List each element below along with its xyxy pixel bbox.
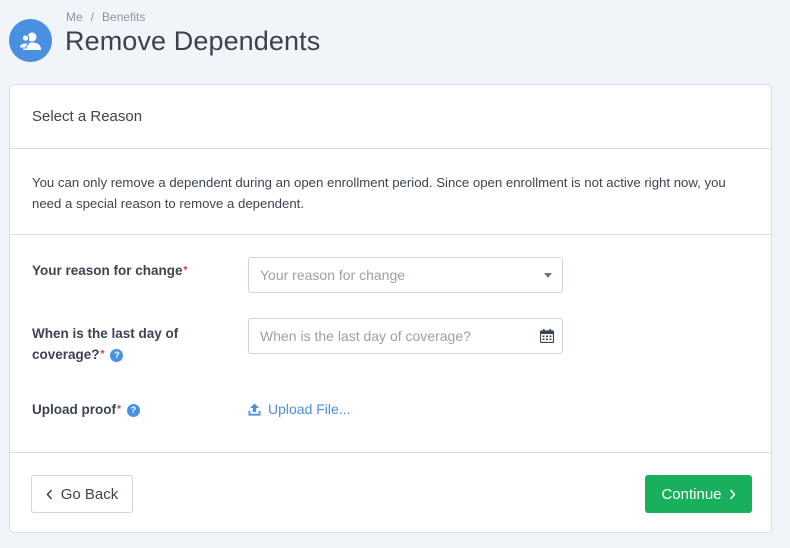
breadcrumb: Me / Benefits [66, 10, 145, 24]
card-footer: Go Back Continue [10, 453, 771, 534]
intro-text: You can only remove a dependent during a… [10, 149, 771, 235]
breadcrumb-separator: / [90, 10, 95, 24]
card-header: Select a Reason [10, 85, 771, 149]
page-title: Remove Dependents [65, 26, 321, 56]
upload-file-link[interactable]: Upload File... [248, 401, 350, 417]
required-mark: * [117, 404, 121, 415]
required-mark: * [183, 265, 188, 276]
upload-file-label: Upload File... [268, 401, 351, 417]
last-day-label: When is the last day of coverage?*? [32, 323, 207, 365]
reason-label: Your reason for change* [32, 260, 207, 281]
breadcrumb-item-me[interactable]: Me [66, 10, 83, 24]
continue-button[interactable]: Continue [645, 475, 752, 513]
help-icon[interactable]: ? [126, 404, 140, 417]
people-icon [9, 19, 52, 62]
reason-label-text: Your reason for change [32, 263, 183, 278]
upload-icon [248, 403, 261, 416]
proof-label-text: Upload proof [32, 402, 116, 417]
continue-label: Continue [661, 485, 722, 503]
go-back-button[interactable]: Go Back [31, 475, 133, 513]
chevron-left-icon [46, 489, 52, 499]
required-mark: * [100, 349, 105, 360]
last-day-label-line2: coverage? [32, 347, 100, 362]
breadcrumb-item-benefits[interactable]: Benefits [102, 10, 145, 24]
last-day-date-input[interactable] [248, 318, 563, 354]
proof-label: Upload proof*? [32, 399, 207, 420]
calendar-icon[interactable] [539, 329, 555, 346]
last-day-input[interactable] [260, 328, 562, 344]
chevron-right-icon [729, 489, 736, 499]
reason-select[interactable]: Your reason for change [248, 257, 563, 293]
page-header: Me / Benefits Remove Dependents [0, 0, 790, 80]
reason-select-placeholder: Your reason for change [260, 267, 406, 283]
reason-form: Your reason for change* Your reason for … [10, 235, 771, 453]
chevron-down-icon[interactable] [544, 273, 552, 278]
go-back-label: Go Back [60, 485, 119, 503]
remove-dependents-card: Select a Reason You can only remove a de… [9, 84, 772, 533]
last-day-label-line1: When is the last day of [32, 326, 179, 341]
help-icon[interactable]: ? [110, 349, 124, 362]
